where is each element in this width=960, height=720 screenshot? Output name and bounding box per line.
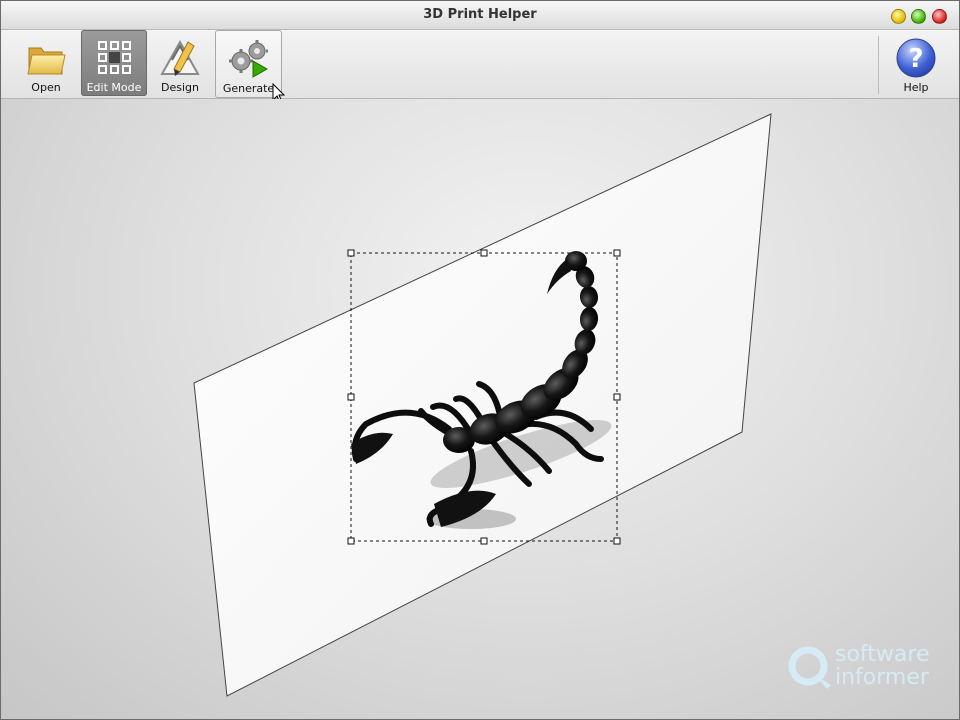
open-label: Open: [31, 81, 61, 94]
help-label: Help: [903, 81, 929, 94]
software-informer-watermark: software informer: [787, 643, 947, 693]
print-canvas[interactable]: [1, 99, 959, 719]
software-informer-logo-icon: [788, 646, 831, 689]
resize-handle[interactable]: [613, 393, 621, 401]
canvas-scene: [193, 113, 772, 697]
toolbar-separator: [878, 36, 879, 94]
svg-text:?: ?: [908, 44, 923, 74]
generate-gears-icon: [228, 40, 268, 78]
print-plane[interactable]: [193, 113, 772, 697]
resize-handle[interactable]: [613, 537, 621, 545]
design-compass-icon: [160, 39, 200, 76]
edit-mode-grid-icon: [98, 41, 131, 74]
resize-handle[interactable]: [347, 537, 355, 545]
window-title: 3D Print Helper: [423, 7, 537, 22]
edit-mode-button[interactable]: Edit Mode: [81, 30, 147, 96]
help-question-icon: ?: [896, 38, 936, 78]
close-button[interactable]: [932, 9, 947, 24]
resize-handle[interactable]: [480, 537, 488, 545]
resize-handle[interactable]: [347, 393, 355, 401]
resize-handle[interactable]: [347, 249, 355, 257]
open-button[interactable]: Open: [14, 30, 78, 96]
watermark-line1: software: [835, 642, 930, 667]
design-label: Design: [161, 81, 199, 94]
help-button[interactable]: ? Help: [884, 30, 948, 96]
title-bar[interactable]: 3D Print Helper: [1, 1, 959, 30]
resize-handle[interactable]: [613, 249, 621, 257]
design-button[interactable]: Design: [148, 30, 212, 96]
edit-mode-label: Edit Mode: [86, 81, 142, 94]
minimize-button[interactable]: [891, 9, 906, 24]
watermark-text: software informer: [835, 643, 929, 689]
folder-icon: [27, 47, 66, 75]
resize-handle[interactable]: [480, 249, 488, 257]
toolbar: Open Edit Mode Design Generate ? Help: [1, 30, 959, 99]
maximize-button[interactable]: [911, 9, 926, 24]
watermark-line2: informer: [835, 665, 929, 690]
app-window: 3D Print Helper Open Edit Mode Design Ge…: [0, 0, 960, 720]
